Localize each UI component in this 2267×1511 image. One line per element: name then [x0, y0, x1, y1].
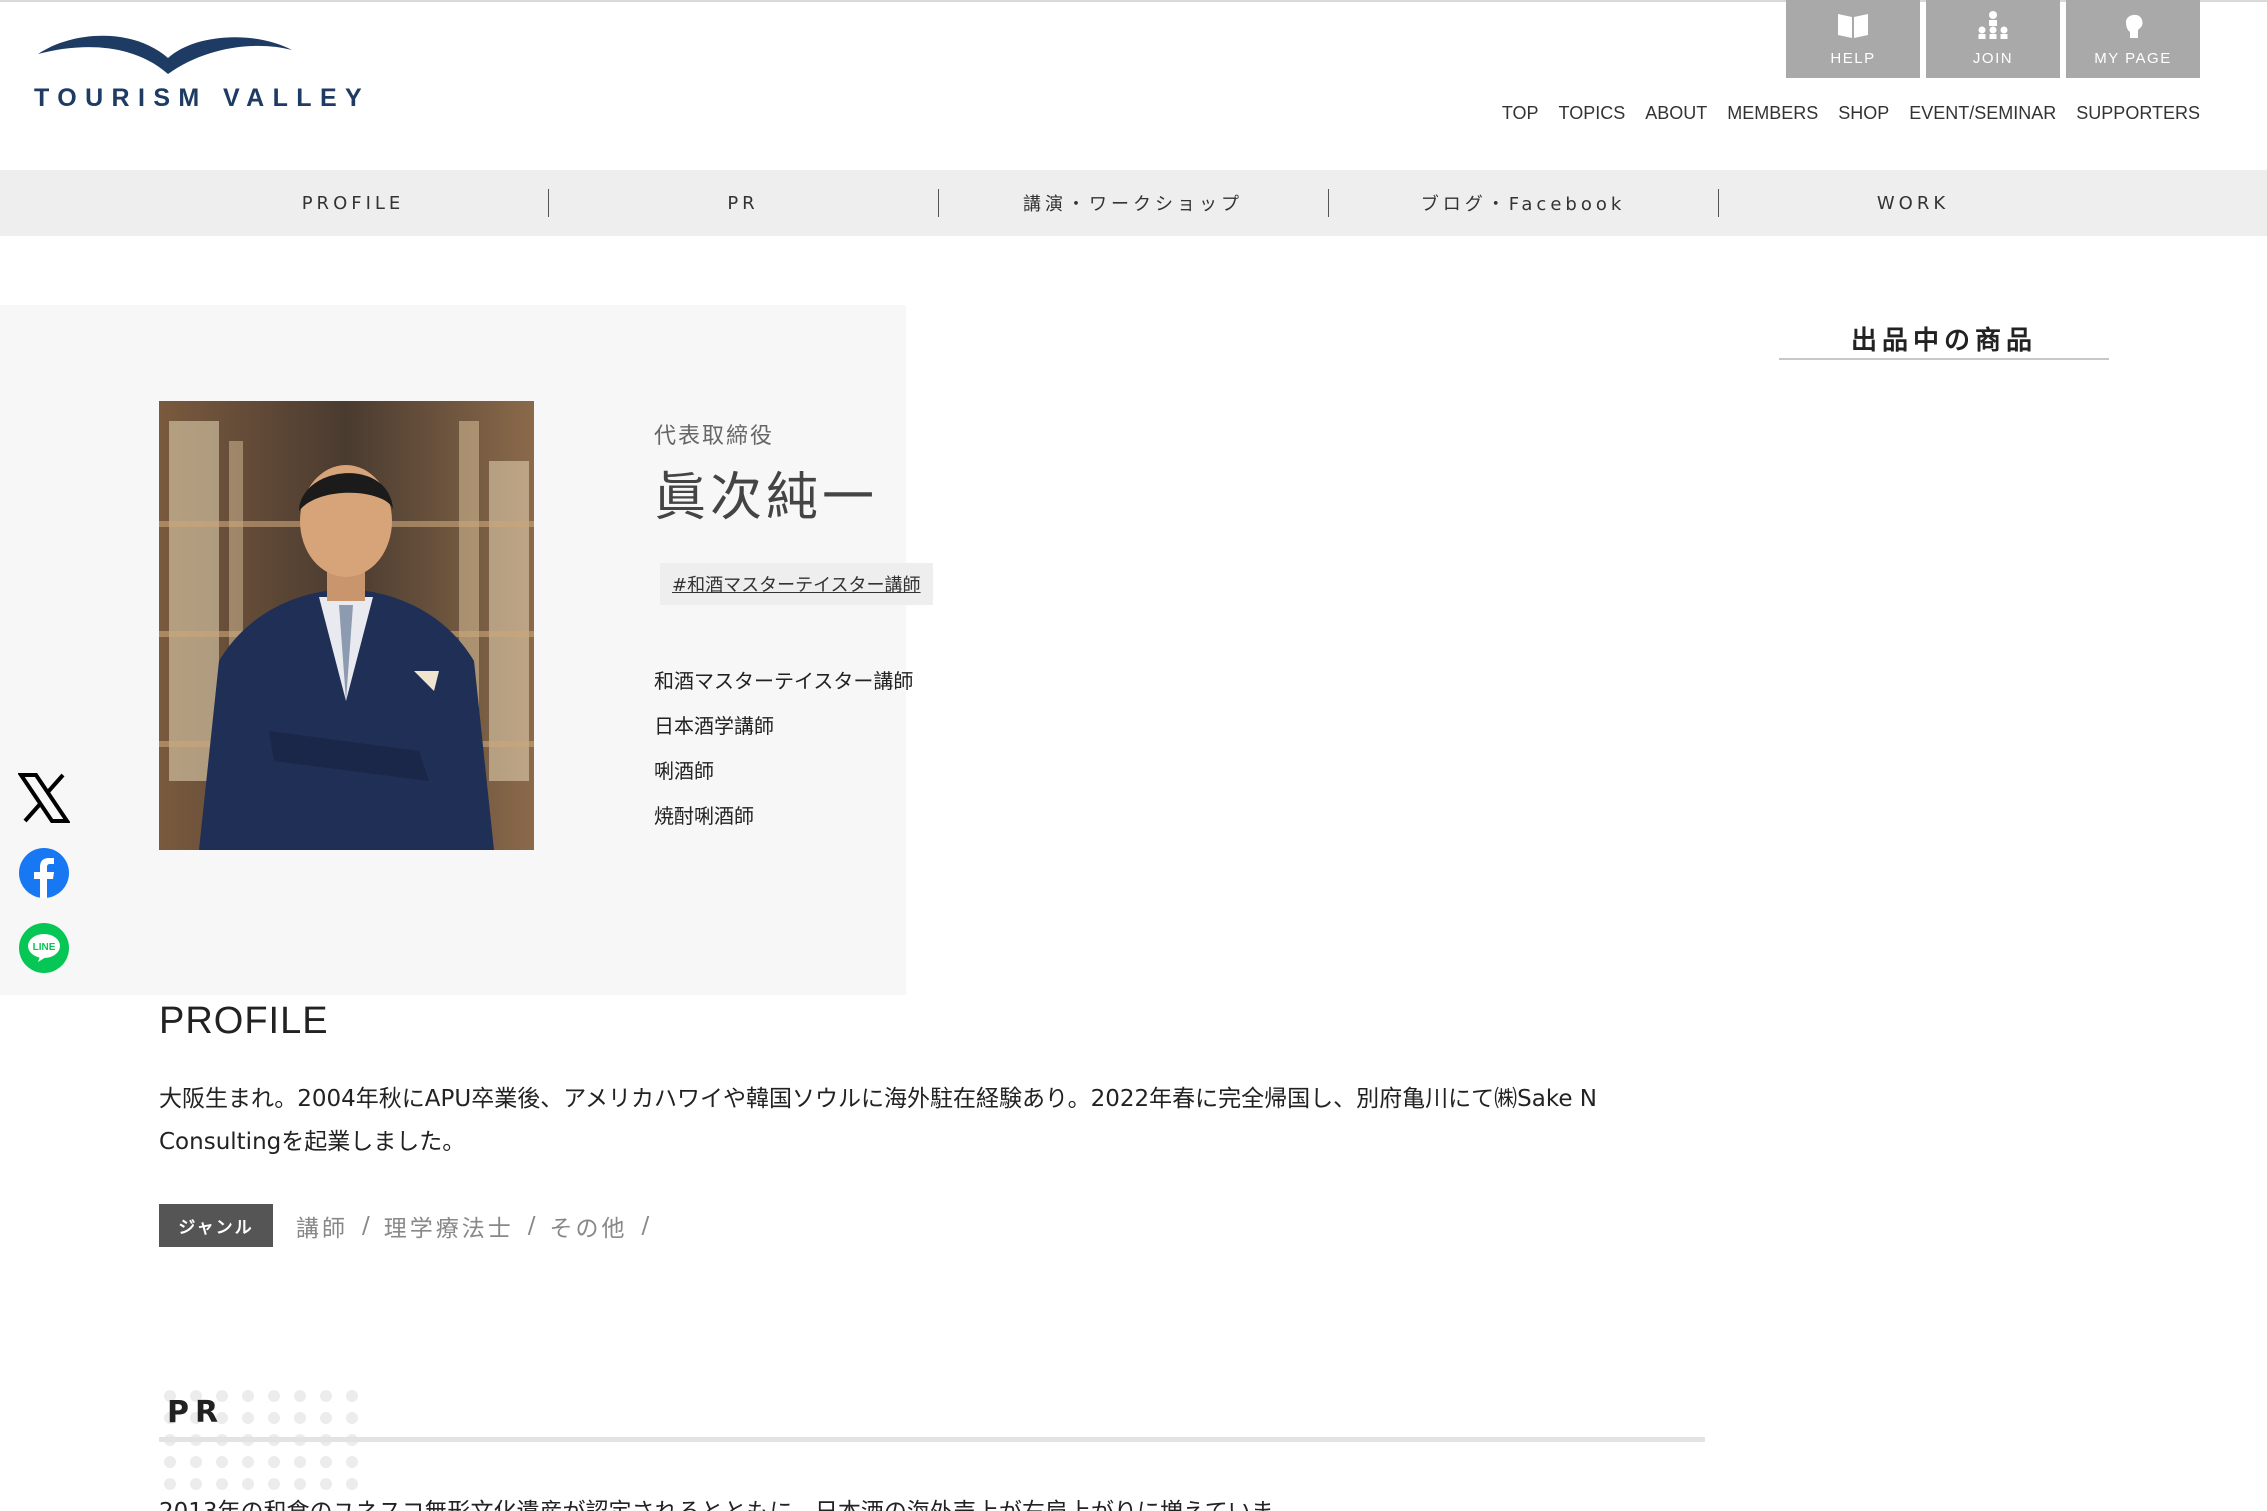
svg-text:LINE: LINE — [33, 942, 56, 953]
nav-topics[interactable]: TOPICS — [1549, 103, 1636, 124]
nav-shop[interactable]: SHOP — [1828, 103, 1899, 124]
qualification-item: 和酒マスターテイスター講師 — [654, 669, 914, 693]
bird-logo-icon — [38, 35, 292, 74]
genre-list: 講師 / 理学療法士 / その他 / — [296, 1206, 663, 1246]
sidebar-rule — [1779, 358, 2109, 360]
join-label: JOIN — [1972, 50, 2014, 67]
join-button[interactable]: JOIN — [1926, 0, 2060, 78]
profile-heading: PROFILE — [159, 1000, 329, 1042]
tab-work[interactable]: WORK — [1718, 170, 2108, 236]
book-icon — [1838, 14, 1868, 38]
nav-members[interactable]: MEMBERS — [1717, 103, 1828, 124]
genre-separator: / — [641, 1213, 650, 1239]
tab-lecture-workshop[interactable]: 講演・ワークショップ — [938, 170, 1328, 236]
genre-separator: / — [527, 1213, 536, 1239]
my-page-button[interactable]: MY PAGE — [2066, 0, 2200, 78]
tag-link[interactable]: #和酒マスターテイスター講師 — [660, 563, 933, 605]
tab-blog-facebook[interactable]: ブログ・Facebook — [1328, 170, 1718, 236]
profile-photo — [159, 401, 534, 850]
utility-nav: HELP JOIN MY PAGE — [1786, 0, 2200, 78]
site-logo[interactable]: TOURISM VALLEY — [34, 28, 371, 118]
tab-pr[interactable]: PR — [548, 170, 938, 236]
profile-head-icon — [2126, 14, 2143, 38]
help-label: HELP — [1830, 50, 1876, 67]
profile-text: 大阪生まれ。2004年秋にAPU卒業後、アメリカハワイや韓国ソウルに海外駐在経験… — [159, 1086, 1597, 1155]
person-role: 代表取締役 — [654, 424, 775, 449]
sub-nav: PROFILE PR 講演・ワークショップ ブログ・Facebook WORK — [0, 170, 2267, 236]
page: TOURISM VALLEY HELP JOIN MY PAGE TOP TOP… — [0, 0, 2267, 1511]
help-button[interactable]: HELP — [1786, 0, 1920, 78]
nav-event-seminar[interactable]: EVENT/SEMINAR — [1899, 103, 2066, 124]
main-nav: TOP TOPICS ABOUT MEMBERS SHOP EVENT/SEMI… — [1500, 98, 2200, 128]
my-page-label: MY PAGE — [2094, 50, 2172, 67]
genre-link[interactable]: 講師 — [296, 1209, 348, 1243]
pr-heading: PR — [167, 1395, 225, 1430]
genre-label: ジャンル — [159, 1204, 273, 1247]
network-icon — [1978, 11, 2008, 39]
genre-link[interactable]: その他 — [550, 1209, 628, 1243]
sidebar-title: 出品中の商品 — [1850, 326, 2037, 356]
tab-profile[interactable]: PROFILE — [158, 170, 548, 236]
line-share-icon[interactable]: LINE — [18, 922, 70, 974]
nav-about[interactable]: ABOUT — [1635, 103, 1717, 124]
genre-separator: / — [362, 1213, 370, 1239]
nav-top[interactable]: TOP — [1492, 103, 1549, 124]
qualification-item: 焼酎唎酒師 — [654, 804, 754, 828]
pr-text: 2013年の和食のユネスコ無形文化遺産が認定されるとともに、日本酒の海外売上が右… — [159, 1492, 1705, 1511]
nav-supporters[interactable]: SUPPORTERS — [2066, 103, 2200, 124]
qualification-item: 日本酒学講師 — [654, 714, 774, 738]
qualification-item: 唎酒師 — [654, 759, 714, 783]
person-name: 眞次純一 — [654, 468, 879, 528]
genre-link[interactable]: 理学療法士 — [384, 1209, 514, 1243]
pr-rule — [159, 1437, 1705, 1442]
x-share-icon[interactable] — [18, 772, 70, 824]
logo-text: TOURISM VALLEY — [34, 84, 371, 112]
facebook-share-icon[interactable] — [18, 847, 70, 899]
